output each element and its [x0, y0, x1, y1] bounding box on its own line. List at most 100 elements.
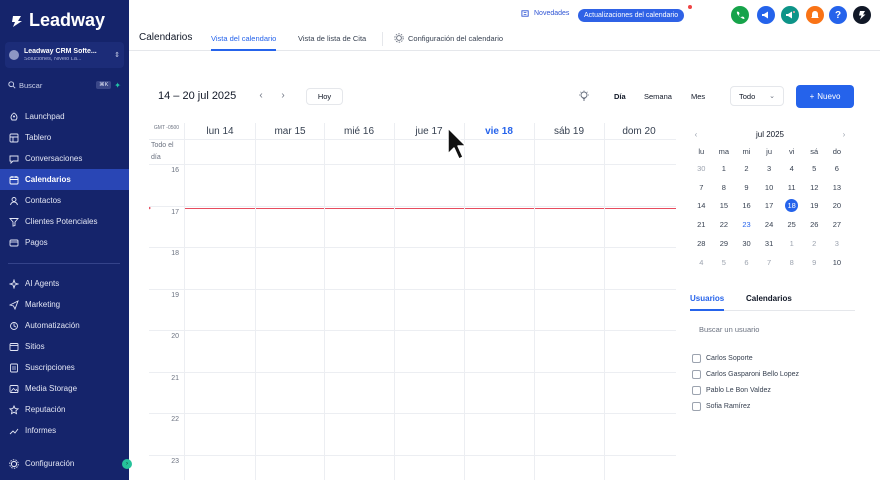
- tab-users[interactable]: Usuarios: [690, 294, 725, 311]
- mini-day[interactable]: 9: [735, 178, 758, 197]
- sidebar-item-sitios[interactable]: Sitios: [0, 336, 129, 357]
- mini-day[interactable]: 31: [758, 234, 781, 253]
- sidebar-item-marketing[interactable]: Marketing: [0, 294, 129, 315]
- mini-day[interactable]: 22: [713, 215, 736, 234]
- sidebar-search[interactable]: Buscar ⌘K ✦: [5, 78, 124, 92]
- quick-action-icon[interactable]: ✦: [114, 81, 121, 90]
- mini-day[interactable]: 24: [758, 215, 781, 234]
- view-week[interactable]: Semana: [644, 92, 672, 101]
- day-header-5[interactable]: sáb 19: [534, 123, 604, 139]
- mini-day[interactable]: 10: [826, 253, 849, 272]
- mini-day[interactable]: 30: [735, 234, 758, 253]
- mini-day[interactable]: 19: [803, 197, 826, 216]
- mini-day[interactable]: 16: [735, 197, 758, 216]
- day-header-2[interactable]: mié 16: [324, 123, 394, 139]
- sidebar-item-settings[interactable]: Configuración: [0, 453, 129, 474]
- sidebar-item-clientes-potenciales[interactable]: Clientes Potenciales: [0, 211, 129, 232]
- mini-day[interactable]: 23: [735, 215, 758, 234]
- mini-prev-month[interactable]: ‹: [690, 130, 702, 139]
- announcements-button[interactable]: [781, 6, 799, 24]
- mini-day[interactable]: 10: [758, 178, 781, 197]
- tab-calendar-view[interactable]: Vista del calendario: [211, 34, 277, 51]
- mini-day[interactable]: 12: [803, 178, 826, 197]
- mini-day[interactable]: 4: [690, 253, 713, 272]
- novedades-link[interactable]: Novedades: [521, 9, 569, 18]
- user-row[interactable]: Carlos Soporte: [692, 350, 852, 366]
- mini-day[interactable]: 8: [713, 178, 736, 197]
- phone-button[interactable]: [731, 6, 749, 24]
- sidebar-item-reputaci-n[interactable]: Reputación: [0, 399, 129, 420]
- mini-day[interactable]: 8: [780, 253, 803, 272]
- mini-day[interactable]: 27: [826, 215, 849, 234]
- mini-day[interactable]: 2: [735, 159, 758, 178]
- mini-day[interactable]: 3: [826, 234, 849, 253]
- day-header-1[interactable]: mar 15: [255, 123, 325, 139]
- mini-day[interactable]: 15: [713, 197, 736, 216]
- sidebar-item-conversaciones[interactable]: Conversaciones: [0, 148, 129, 169]
- mini-day[interactable]: 11: [780, 178, 803, 197]
- user-checkbox[interactable]: [692, 385, 701, 395]
- lightbulb-icon[interactable]: [578, 90, 590, 102]
- mini-day[interactable]: 1: [780, 234, 803, 253]
- megaphone-button[interactable]: [757, 6, 775, 24]
- calendar-settings-link[interactable]: Configuración del calendario: [394, 33, 503, 43]
- tab-calendars[interactable]: Calendarios: [746, 294, 792, 311]
- mini-day[interactable]: 17: [758, 197, 781, 216]
- user-checkbox[interactable]: [692, 369, 701, 379]
- updates-pill[interactable]: Actualizaciones del calendario: [578, 9, 685, 22]
- mini-day[interactable]: 7: [690, 178, 713, 197]
- mini-day[interactable]: 4: [780, 159, 803, 178]
- mini-day[interactable]: 6: [826, 159, 849, 178]
- mini-day[interactable]: 3: [758, 159, 781, 178]
- user-checkbox[interactable]: [692, 353, 701, 363]
- mini-day[interactable]: 21: [690, 215, 713, 234]
- new-event-button[interactable]: + Nuevo: [796, 85, 854, 108]
- mini-day[interactable]: 26: [803, 215, 826, 234]
- mini-day[interactable]: 1: [713, 159, 736, 178]
- user-row[interactable]: Sofia Ramírez: [692, 398, 852, 414]
- help-button[interactable]: ?: [829, 6, 847, 24]
- mini-day[interactable]: 5: [803, 159, 826, 178]
- sidebar-item-pagos[interactable]: Pagos: [0, 232, 129, 253]
- mini-day[interactable]: 5: [713, 253, 736, 272]
- prev-week-button[interactable]: ‹: [255, 90, 267, 101]
- user-row[interactable]: Carlos Gasparoni Bello Lopez: [692, 366, 852, 382]
- sidebar-item-calendarios[interactable]: Calendarios: [0, 169, 129, 190]
- mini-day[interactable]: 18: [780, 197, 803, 216]
- mini-day[interactable]: 6: [735, 253, 758, 272]
- brand-logo[interactable]: Leadway: [10, 10, 105, 31]
- user-search-input[interactable]: Buscar un usuario: [690, 320, 850, 338]
- sidebar-item-launchpad[interactable]: Launchpad: [0, 106, 129, 127]
- user-row[interactable]: Pablo Le Bon Valdez: [692, 382, 852, 398]
- filter-select[interactable]: Todo ⌄: [730, 86, 784, 106]
- user-checkbox[interactable]: [692, 401, 701, 411]
- day-header-6[interactable]: dom 20: [604, 123, 674, 139]
- sidebar-item-informes[interactable]: Informes: [0, 420, 129, 441]
- profile-button[interactable]: [853, 6, 871, 24]
- mini-day[interactable]: 20: [826, 197, 849, 216]
- mini-next-month[interactable]: ›: [838, 130, 850, 139]
- notifications-button[interactable]: [806, 6, 824, 24]
- day-header-4[interactable]: vie 18: [464, 123, 534, 139]
- next-week-button[interactable]: ›: [277, 90, 289, 101]
- mini-day[interactable]: 28: [690, 234, 713, 253]
- mini-day[interactable]: 13: [826, 178, 849, 197]
- sidebar-item-contactos[interactable]: Contactos: [0, 190, 129, 211]
- collapse-sidebar-icon[interactable]: ›: [122, 459, 132, 469]
- mini-day[interactable]: 7: [758, 253, 781, 272]
- tab-appointment-list[interactable]: Vista de lista de Cita: [298, 34, 366, 51]
- account-switcher[interactable]: Leadway CRM Softe... Soluciones, Nivelo …: [5, 42, 124, 68]
- view-day[interactable]: Día: [614, 92, 626, 101]
- sidebar-item-suscripciones[interactable]: Suscripciones: [0, 357, 129, 378]
- sidebar-item-tablero[interactable]: Tablero: [0, 127, 129, 148]
- view-month[interactable]: Mes: [691, 92, 705, 101]
- today-button[interactable]: Hoy: [306, 88, 343, 105]
- day-header-0[interactable]: lun 14: [185, 123, 255, 139]
- mini-day[interactable]: 30: [690, 159, 713, 178]
- sidebar-item-media-storage[interactable]: Media Storage: [0, 378, 129, 399]
- mini-day[interactable]: 29: [713, 234, 736, 253]
- mini-day[interactable]: 2: [803, 234, 826, 253]
- sidebar-item-ai-agents[interactable]: AI Agents: [0, 273, 129, 294]
- sidebar-item-automatizaci-n[interactable]: Automatización: [0, 315, 129, 336]
- mini-day[interactable]: 25: [780, 215, 803, 234]
